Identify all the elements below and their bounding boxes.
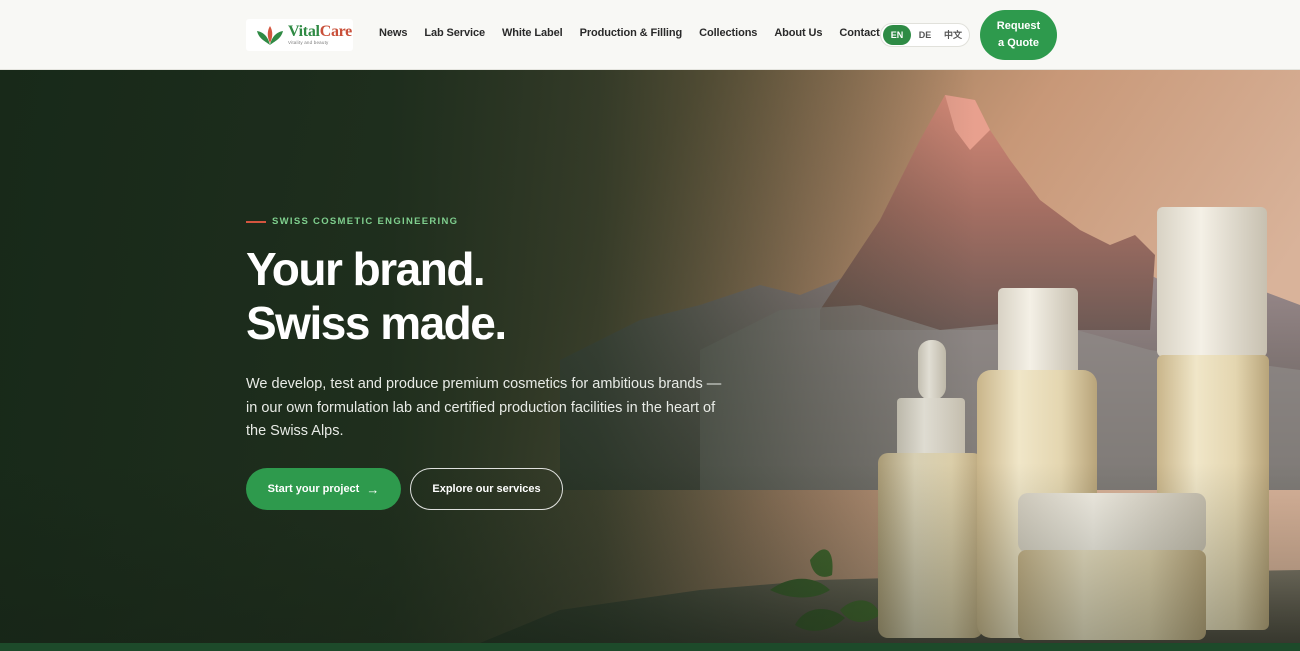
site-header: VitalCare Vitality and beauty News Lab S…: [0, 0, 1300, 70]
hero-headline: Your brand. Swiss made.: [246, 242, 507, 350]
hero-eyebrow: SWISS COSMETIC ENGINEERING: [246, 216, 458, 227]
next-section-edge: [0, 643, 1300, 651]
lang-option-de[interactable]: DE: [911, 25, 939, 45]
hero-headline-line1: Your brand.: [246, 243, 486, 295]
hero-subtext: We develop, test and produce premium cos…: [246, 376, 722, 439]
start-project-label: Start your project: [267, 483, 360, 495]
request-quote-label-line2: a Quote: [998, 37, 1039, 49]
explore-services-button[interactable]: Explore our services: [410, 468, 563, 510]
nav-item-production-filling[interactable]: Production & Filling: [580, 27, 683, 39]
start-project-button[interactable]: Start your project →: [246, 468, 401, 510]
explore-services-label: Explore our services: [432, 483, 541, 495]
brand-logo[interactable]: VitalCare Vitality and beauty: [246, 19, 353, 51]
nav-item-about-us[interactable]: About Us: [774, 27, 822, 39]
brand-name-part1: Vital: [288, 23, 320, 41]
eyebrow-text: SWISS COSMETIC ENGINEERING: [272, 216, 459, 227]
nav-item-contact[interactable]: Contact: [839, 27, 879, 39]
arrow-right-icon: →: [366, 481, 380, 497]
language-switcher: EN DE 中文: [880, 23, 970, 47]
hero-section: SWISS COSMETIC ENGINEERING Your brand. S…: [0, 70, 1300, 643]
hero-headline-line2: Swiss made.: [246, 297, 507, 349]
brand-name-part2: Care: [319, 23, 353, 41]
request-quote-button[interactable]: Request a Quote: [980, 10, 1057, 60]
nav-item-news[interactable]: News: [379, 27, 407, 39]
lang-option-en[interactable]: EN: [883, 25, 911, 45]
nav-item-white-label[interactable]: White Label: [502, 27, 563, 39]
nav-item-collections[interactable]: Collections: [699, 27, 757, 39]
eyebrow-accent-line: [246, 220, 266, 223]
hero-bottom-shade: [0, 463, 1300, 643]
nav-item-lab-service[interactable]: Lab Service: [424, 27, 485, 39]
main-nav: News Lab Service White Label Production …: [379, 27, 897, 39]
leaf-logo-icon: [257, 26, 283, 45]
lang-option-zh[interactable]: 中文: [939, 25, 967, 45]
brand-tagline: Vitality and beauty: [288, 40, 329, 46]
request-quote-label-line1: Request: [996, 20, 1041, 32]
